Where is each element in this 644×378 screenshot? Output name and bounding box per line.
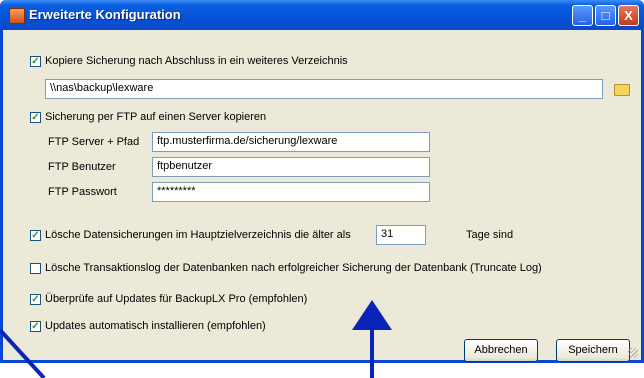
annotation-arrows bbox=[0, 300, 392, 378]
arrow-center-head bbox=[352, 300, 392, 330]
arrow-left-line bbox=[0, 328, 46, 378]
